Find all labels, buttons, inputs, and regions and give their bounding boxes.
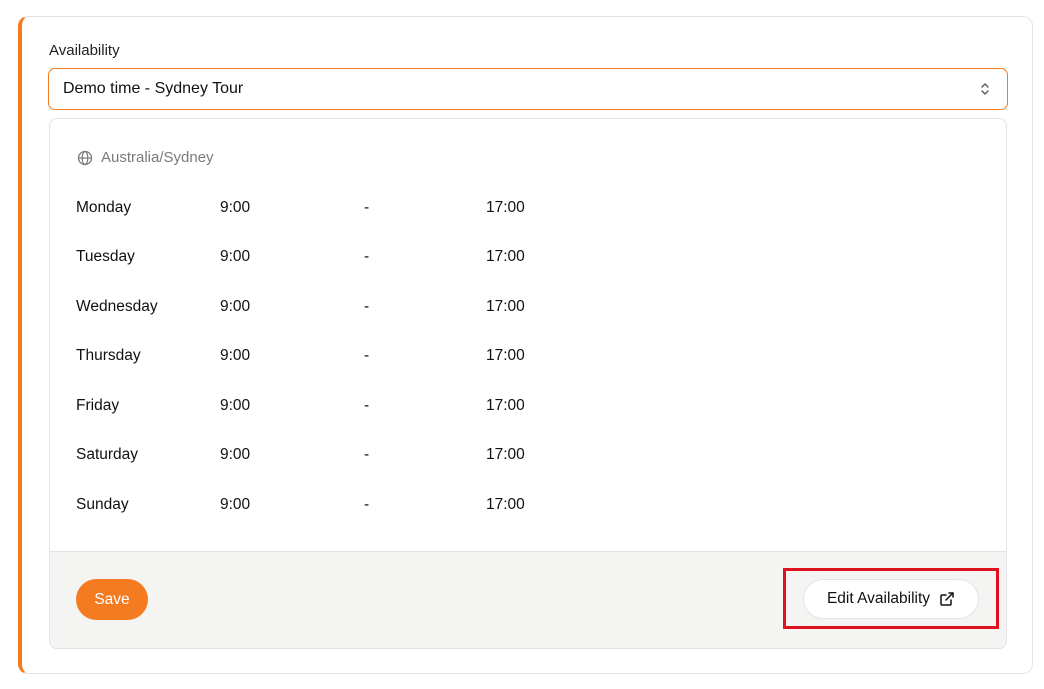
globe-icon [77, 150, 93, 165]
day-name: Thursday [76, 347, 141, 364]
day-name: Monday [76, 199, 132, 216]
day-name: Wednesday [76, 298, 158, 315]
schedule-row: Tuesday 9:00 - 17:00 [50, 248, 650, 268]
day-name: Saturday [76, 446, 139, 463]
schedule-row: Thursday 9:00 - 17:00 [50, 347, 650, 367]
save-button[interactable]: Save [76, 579, 148, 620]
time-separator: - [364, 248, 370, 265]
availability-label: Availability [49, 42, 120, 59]
time-separator: - [364, 446, 370, 463]
end-time: 17:00 [486, 446, 525, 463]
schedule-row: Sunday 9:00 - 17:00 [50, 496, 650, 516]
schedule-row: Saturday 9:00 - 17:00 [50, 446, 650, 466]
schedule-select-value: Demo time - Sydney Tour [63, 80, 244, 97]
start-time: 9:00 [220, 446, 251, 463]
time-separator: - [364, 298, 370, 315]
schedule-panel: Australia/Sydney Monday 9:00 - 17:00 Tue… [49, 118, 1007, 649]
end-time: 17:00 [486, 397, 525, 414]
end-time: 17:00 [486, 347, 525, 364]
end-time: 17:00 [486, 248, 525, 265]
time-separator: - [364, 397, 370, 414]
start-time: 9:00 [220, 397, 251, 414]
edit-availability-button[interactable]: Edit Availability [803, 579, 979, 619]
schedule-row: Friday 9:00 - 17:00 [50, 397, 650, 417]
panel-footer: Save Edit Availability [50, 551, 1006, 648]
end-time: 17:00 [486, 298, 525, 315]
time-separator: - [364, 347, 370, 364]
day-name: Friday [76, 397, 120, 414]
chevron-up-down-icon [981, 83, 989, 95]
schedule-select[interactable]: Demo time - Sydney Tour [48, 68, 1008, 110]
end-time: 17:00 [486, 199, 525, 216]
start-time: 9:00 [220, 298, 251, 315]
end-time: 17:00 [486, 496, 525, 513]
time-separator: - [364, 496, 370, 513]
start-time: 9:00 [220, 248, 251, 265]
start-time: 9:00 [220, 199, 251, 216]
day-name: Tuesday [76, 248, 135, 265]
schedule-row: Monday 9:00 - 17:00 [50, 199, 650, 219]
timezone-label: Australia/Sydney [101, 149, 214, 166]
timezone: Australia/Sydney [77, 149, 214, 166]
time-separator: - [364, 199, 370, 216]
day-name: Sunday [76, 496, 129, 513]
start-time: 9:00 [220, 496, 251, 513]
start-time: 9:00 [220, 347, 251, 364]
availability-card: Availability Demo time - Sydney Tour Aus… [18, 16, 1033, 674]
edit-availability-label: Edit Availability [826, 590, 931, 607]
external-link-icon [940, 592, 954, 606]
schedule-row: Wednesday 9:00 - 17:00 [50, 298, 650, 318]
